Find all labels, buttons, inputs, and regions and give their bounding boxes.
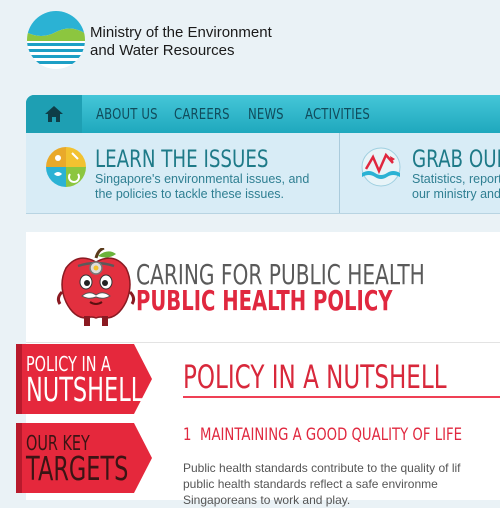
content-divider [26,342,500,343]
ministry-name-line2: and Water Resources [90,42,235,59]
nav-item-news[interactable]: NEWS [248,95,284,133]
ministry-name[interactable]: Ministry of the Environment and Water Re… [90,24,272,60]
paragraph-line1: Public health standards contribute to th… [183,461,461,475]
grab-our-desc-line2: our ministry and [412,187,500,201]
tab-policy-line2: NUTSHELL [26,370,144,409]
section-title: POLICY IN A NUTSHELL [183,358,447,396]
nav-home-button[interactable] [26,95,82,133]
chart-wave-icon [361,147,401,187]
section-item-number: 1 [183,425,192,445]
learn-issues-desc-line1: Singapore's environmental issues, and [95,172,310,186]
grab-our-desc-line1: Statistics, report [412,172,500,186]
nav-item-activities[interactable]: ACTIVITIES [305,95,370,133]
tab-our-key-targets[interactable]: OUR KEY TARGETS [16,423,152,493]
paragraph-line3: Singaporeans to work and play. [183,493,351,507]
paragraph-line2: public health standards reflect a safe e… [183,477,438,491]
grab-our-title[interactable]: GRAB OUR [412,145,500,173]
section-paragraph: Public health standards contribute to th… [183,460,500,508]
apple-doctor-mascot [56,248,136,326]
promo-divider [339,133,340,213]
ministry-name-line1: Ministry of the Environment [90,24,272,41]
promo-bar: LEARN THE ISSUES Singapore's environment… [26,133,500,214]
nav-item-about-us[interactable]: ABOUT US [96,95,158,133]
ministry-logo[interactable] [26,10,86,70]
home-icon [45,106,63,122]
section-item-title: MAINTAINING A GOOD QUALITY OF LIFE [200,425,463,445]
tab-policy-in-a-nutshell[interactable]: POLICY IN A NUTSHELL [16,344,152,414]
learn-issues-desc-line2: the policies to tackle these issues. [95,187,284,201]
site-header: Ministry of the Environment and Water Re… [0,0,500,90]
page-title: PUBLIC HEALTH POLICY [136,284,393,317]
section-title-rule [183,396,500,398]
tab-targets-line2: TARGETS [26,449,129,488]
learn-issues-title[interactable]: LEARN THE ISSUES [95,145,268,173]
main-nav: ABOUT US CAREERS NEWS ACTIVITIES [26,95,500,133]
issues-pie-icon [46,147,86,187]
nav-item-careers[interactable]: CAREERS [174,95,230,133]
